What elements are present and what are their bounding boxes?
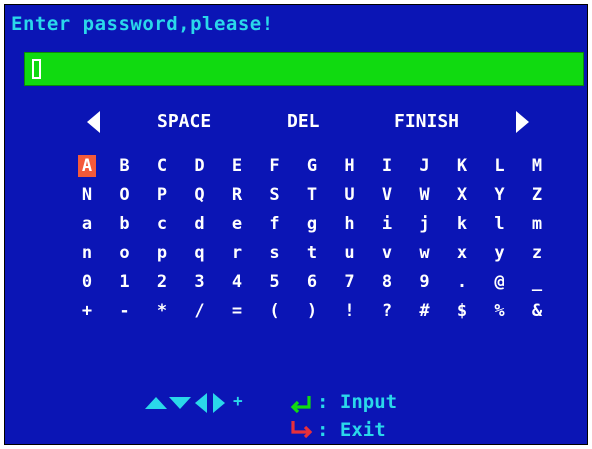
delete-button[interactable]: DEL [287,111,320,132]
key-j[interactable]: j [416,213,434,235]
key-J[interactable]: J [416,155,434,177]
key-0[interactable]: 0 [78,271,96,293]
key-k[interactable]: k [453,213,471,235]
key-V[interactable]: V [378,184,396,206]
key-F[interactable]: F [266,155,284,177]
key-T[interactable]: T [303,184,321,206]
key-x[interactable]: x [453,242,471,264]
key-l[interactable]: l [491,213,509,235]
key-symbol[interactable]: = [228,300,246,322]
key-m[interactable]: m [528,213,546,235]
key-symbol[interactable]: ? [378,300,396,322]
key-2[interactable]: 2 [153,271,171,293]
key-I[interactable]: I [378,155,396,177]
key-s[interactable]: s [266,242,284,264]
key-5[interactable]: 5 [266,271,284,293]
key-d[interactable]: d [191,213,209,235]
key-i[interactable]: i [378,213,396,235]
key-U[interactable]: U [341,184,359,206]
key-symbol[interactable]: - [116,300,134,322]
triangle-right-icon[interactable] [516,111,529,133]
key-o[interactable]: o [116,242,134,264]
key-h[interactable]: h [341,213,359,235]
key-S[interactable]: S [266,184,284,206]
key-b[interactable]: b [116,213,134,235]
exit-return-icon [291,421,313,439]
key-g[interactable]: g [303,213,321,235]
key-Q[interactable]: Q [191,184,209,206]
key-symbol[interactable]: / [191,300,209,322]
key-P[interactable]: P [153,184,171,206]
triangle-right-small-icon [213,393,225,413]
key-R[interactable]: R [228,184,246,206]
key-K[interactable]: K [453,155,471,177]
help-legend: + : Input : Exit [5,383,589,443]
key-f[interactable]: f [266,213,284,235]
text-cursor [32,59,41,79]
plus-sign: + [233,391,243,410]
key-t[interactable]: t [303,242,321,264]
command-row: SPACE DEL FINISH [5,109,589,139]
key-A[interactable]: A [78,155,96,177]
key-symbol[interactable]: ( [266,300,284,322]
key-symbol[interactable]: # [416,300,434,322]
key-O[interactable]: O [116,184,134,206]
key-W[interactable]: W [416,184,434,206]
key-Z[interactable]: Z [528,184,546,206]
key-D[interactable]: D [191,155,209,177]
space-button[interactable]: SPACE [157,111,211,132]
key-symbol[interactable]: % [491,300,509,322]
key-1[interactable]: 1 [116,271,134,293]
key-B[interactable]: B [116,155,134,177]
key-C[interactable]: C [153,155,171,177]
key-H[interactable]: H [341,155,359,177]
key-6[interactable]: 6 [303,271,321,293]
key-G[interactable]: G [303,155,321,177]
key-3[interactable]: 3 [191,271,209,293]
key-symbol[interactable]: * [153,300,171,322]
key-q[interactable]: q [191,242,209,264]
key-7[interactable]: 7 [341,271,359,293]
key-symbol[interactable]: _ [528,271,546,293]
key-X[interactable]: X [453,184,471,206]
triangle-up-icon [145,397,167,409]
key-Y[interactable]: Y [491,184,509,206]
input-hint-label: : Input [317,391,398,413]
prompt-title: Enter password,please! [11,13,274,35]
triangle-down-icon [169,397,191,409]
key-L[interactable]: L [491,155,509,177]
password-entry-screen: Enter password,please! SPACE DEL FINISH … [4,4,588,445]
key-symbol[interactable]: . [453,271,471,293]
exit-hint-label: : Exit [317,419,386,441]
finish-button[interactable]: FINISH [394,111,459,132]
key-y[interactable]: y [491,242,509,264]
key-z[interactable]: z [528,242,546,264]
key-symbol[interactable]: ! [341,300,359,322]
triangle-left-icon[interactable] [87,111,100,133]
triangle-left-small-icon [195,393,207,413]
key-symbol[interactable]: ) [303,300,321,322]
key-v[interactable]: v [378,242,396,264]
key-M[interactable]: M [528,155,546,177]
key-N[interactable]: N [78,184,96,206]
key-symbol[interactable]: @ [491,271,509,293]
key-symbol[interactable]: + [78,300,96,322]
key-u[interactable]: u [341,242,359,264]
key-a[interactable]: a [78,213,96,235]
key-c[interactable]: c [153,213,171,235]
key-8[interactable]: 8 [378,271,396,293]
key-r[interactable]: r [228,242,246,264]
key-e[interactable]: e [228,213,246,235]
key-4[interactable]: 4 [228,271,246,293]
enter-return-icon [290,396,311,414]
password-input[interactable] [24,52,584,86]
key-n[interactable]: n [78,242,96,264]
key-w[interactable]: w [416,242,434,264]
key-symbol[interactable]: & [528,300,546,322]
key-symbol[interactable]: $ [453,300,471,322]
key-p[interactable]: p [153,242,171,264]
key-9[interactable]: 9 [416,271,434,293]
key-E[interactable]: E [228,155,246,177]
